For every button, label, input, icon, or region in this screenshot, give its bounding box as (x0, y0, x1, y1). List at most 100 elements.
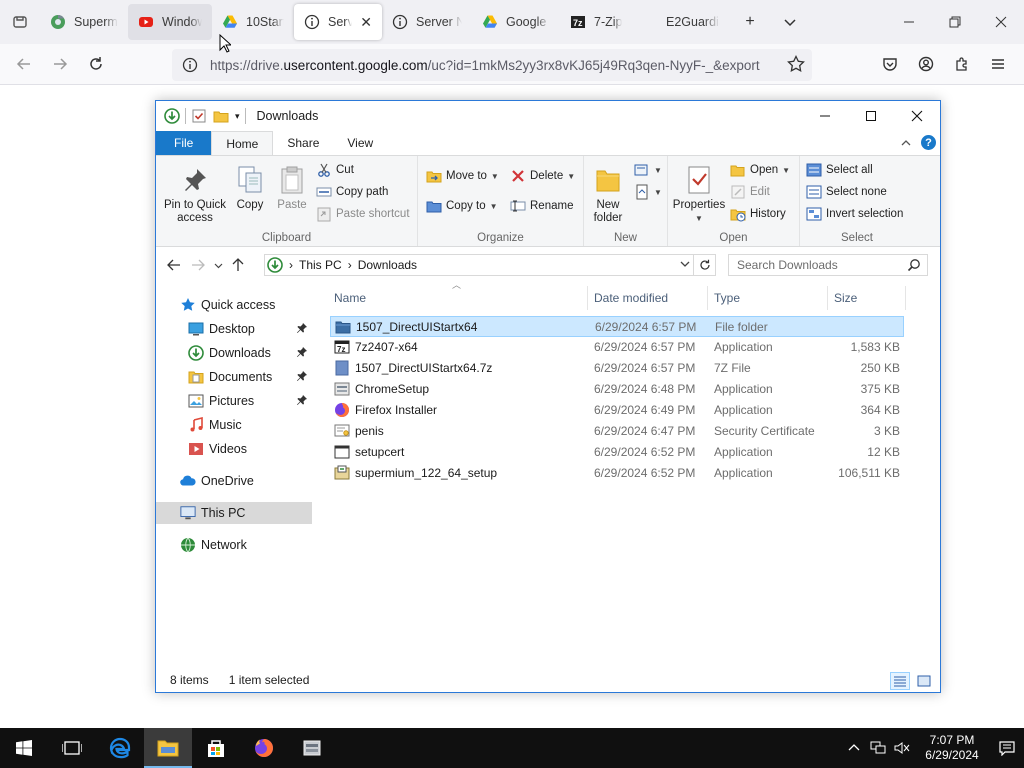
nav-item-documents[interactable]: Documents (156, 366, 312, 388)
properties-button[interactable]: Properties ▼ (672, 164, 726, 225)
easy-access-button[interactable]: ▼ (634, 184, 662, 200)
taskbar-clock[interactable]: 7:07 PM 6/29/2024 (914, 733, 990, 763)
pin-quick-access-button[interactable]: Pin to Quick access (162, 164, 228, 225)
nav-item-music[interactable]: Music (156, 414, 312, 436)
copy-to-button[interactable]: Copy to ▼ (426, 198, 498, 214)
browser-tab[interactable]: Supermium (40, 4, 128, 40)
large-icons-view-button[interactable] (914, 672, 934, 690)
column-date-modified[interactable]: Date modified (588, 286, 708, 310)
explorer-back-button[interactable] (162, 253, 186, 277)
pocket-button[interactable] (872, 48, 908, 80)
edit-button[interactable]: Edit (730, 184, 770, 200)
task-view-button[interactable] (48, 728, 96, 768)
up-button[interactable] (226, 253, 250, 277)
taskbar-edge[interactable] (96, 728, 144, 768)
browser-tab[interactable]: Server Not Found (382, 4, 472, 40)
help-icon[interactable]: ? (921, 135, 936, 150)
nav-item-onedrive[interactable]: OneDrive (156, 470, 312, 492)
file-row[interactable]: 1507_DirectUIStartx64.7z 6/29/2024 6:57 P… (330, 358, 904, 379)
tab-file[interactable]: File (156, 131, 212, 155)
column-type[interactable]: Type (708, 286, 828, 310)
close-tab-icon[interactable]: ✕ (360, 14, 372, 31)
select-all-button[interactable]: Select all (806, 162, 873, 178)
list-all-tabs-button[interactable] (770, 0, 810, 44)
file-name-cell[interactable]: Firefox Installer (334, 402, 437, 418)
properties-qa-icon[interactable] (191, 108, 207, 124)
address-bar[interactable]: › This PC › Downloads (264, 254, 694, 276)
browser-tab[interactable]: Google Drive (472, 4, 560, 40)
new-folder-button[interactable]: New folder (590, 164, 626, 225)
taskbar-store[interactable] (192, 728, 240, 768)
nav-item-downloads[interactable]: Downloads (156, 342, 312, 364)
new-tab-button[interactable]: + (730, 0, 770, 44)
start-button[interactable] (0, 728, 48, 768)
browser-tab[interactable]: Windows (128, 4, 212, 40)
breadcrumb-separator[interactable]: › (289, 258, 293, 272)
file-name-cell[interactable]: 7z 7z2407-x64 (334, 339, 418, 355)
tab-home[interactable]: Home (211, 131, 274, 155)
file-name-cell[interactable]: ChromeSetup (334, 381, 429, 397)
minimize-button[interactable] (886, 0, 932, 44)
explorer-minimize-button[interactable] (802, 101, 848, 131)
close-button[interactable] (978, 0, 1024, 44)
column-name[interactable]: Name (328, 286, 588, 310)
browser-tab[interactable]: E2Guardian (642, 4, 730, 40)
file-name-cell[interactable]: 1507_DirectUIStartx64 (335, 319, 477, 335)
taskbar-setup-app[interactable] (288, 728, 336, 768)
file-row[interactable]: Firefox Installer 6/29/2024 6:49 PM Applic… (330, 400, 904, 421)
delete-button[interactable]: Delete ▼ (510, 168, 575, 184)
explorer-refresh-button[interactable] (694, 254, 716, 276)
move-to-button[interactable]: Move to ▼ (426, 168, 499, 184)
file-row[interactable]: penis 6/29/2024 6:47 PM Security Certifica… (330, 421, 904, 442)
search-input[interactable]: Search Downloads (728, 254, 928, 276)
explorer-close-button[interactable] (894, 101, 940, 131)
new-folder-qa-icon[interactable] (213, 108, 229, 124)
breadcrumb-separator[interactable]: › (348, 258, 352, 272)
copy-path-button[interactable]: Copy path (316, 184, 388, 200)
explorer-forward-button[interactable] (186, 253, 210, 277)
file-row[interactable]: 1507_DirectUIStartx64 6/29/2024 6:57 PM Fi… (330, 316, 904, 337)
customize-qa-caret[interactable]: ▾ (235, 111, 240, 122)
file-name-cell[interactable]: 1507_DirectUIStartx64.7z (334, 360, 492, 376)
action-center-button[interactable] (990, 740, 1024, 756)
copy-button[interactable]: Copy (232, 164, 268, 212)
nav-item-network[interactable]: Network (156, 534, 312, 556)
nav-item-pictures[interactable]: Pictures (156, 390, 312, 412)
volume-tray-button[interactable] (890, 728, 914, 768)
paste-button[interactable]: Paste (274, 164, 310, 212)
file-row[interactable]: supermium_122_64_setup 6/29/2024 6:52 PM A… (330, 463, 904, 484)
invert-selection-button[interactable]: Invert selection (806, 206, 903, 222)
tab-share[interactable]: Share (273, 131, 333, 155)
select-none-button[interactable]: Select none (806, 184, 887, 200)
open-button[interactable]: Open ▼ (730, 162, 790, 178)
rename-button[interactable]: Rename (510, 198, 573, 214)
nav-item-this-pc[interactable]: This PC (156, 502, 312, 524)
history-button[interactable]: History (730, 206, 786, 222)
restore-button[interactable] (932, 0, 978, 44)
recent-locations-button[interactable] (210, 253, 226, 277)
file-name-cell[interactable]: supermium_122_64_setup (334, 465, 497, 481)
new-item-button[interactable]: ▼ (634, 162, 662, 178)
tab-view[interactable]: View (333, 131, 387, 155)
nav-item-quick-access[interactable]: Quick access (156, 294, 312, 316)
file-row[interactable]: setupcert 6/29/2024 6:52 PM Application 12 … (330, 442, 904, 463)
nav-item-desktop[interactable]: Desktop (156, 318, 312, 340)
forward-button[interactable] (42, 48, 78, 80)
browser-tab[interactable]: Server Not Found ✕ (294, 4, 382, 40)
file-row[interactable]: ChromeSetup 6/29/2024 6:48 PM Application 3… (330, 379, 904, 400)
column-size[interactable]: Size (828, 286, 906, 310)
firefox-view-button[interactable] (0, 0, 40, 44)
file-name-cell[interactable]: penis (334, 423, 384, 439)
taskbar-firefox[interactable] (240, 728, 288, 768)
bookmark-star-button[interactable] (778, 48, 814, 80)
breadcrumb-downloads[interactable]: Downloads (358, 258, 417, 272)
browser-tab[interactable]: 7z 7-Zip (560, 4, 642, 40)
app-menu-button[interactable] (980, 48, 1016, 80)
back-button[interactable] (6, 48, 42, 80)
file-row[interactable]: 7z 7z2407-x64 6/29/2024 6:57 PM Application… (330, 337, 904, 358)
nav-item-videos[interactable]: Videos (156, 438, 312, 460)
file-name-cell[interactable]: setupcert (334, 444, 404, 460)
show-hidden-icons-button[interactable] (842, 728, 866, 768)
url-bar[interactable]: https://drive.usercontent.google.com/uc?… (172, 49, 812, 81)
breadcrumb-this-pc[interactable]: This PC (299, 258, 342, 272)
